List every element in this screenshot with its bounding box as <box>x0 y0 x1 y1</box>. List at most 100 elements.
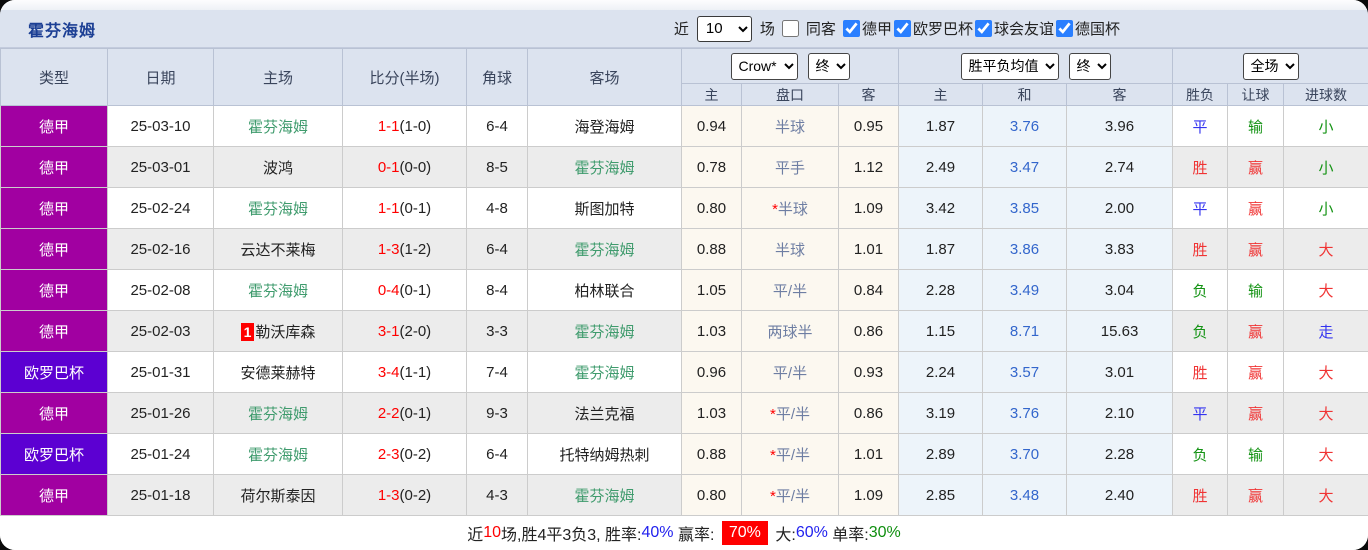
home-team-cell: 霍芬海姆 <box>213 392 343 434</box>
handicap-result-cell: 输 <box>1227 105 1285 147</box>
summary-segment: 赢率: <box>673 527 719 544</box>
handicap-cell: 半球 <box>741 228 839 270</box>
europe-away-odds-cell: 2.00 <box>1066 187 1174 229</box>
handicap-result-cell: 赢 <box>1227 474 1285 516</box>
date-cell: 25-01-26 <box>107 392 214 434</box>
asia-home-odds-cell: 0.80 <box>681 187 742 229</box>
europe-home-odds-cell: 2.85 <box>898 474 984 516</box>
europe-draw-odds-cell: 8.71 <box>982 310 1068 352</box>
score-cell: 1-3(0-2) <box>342 474 467 516</box>
away-team-cell: 海登海姆 <box>527 105 682 147</box>
home-rank-badge: 1 <box>240 322 255 341</box>
home-team-cell: 荷尔斯泰因 <box>213 474 343 516</box>
summary-segment: 40% <box>641 524 674 541</box>
handicap-cell: 平手 <box>741 146 839 188</box>
home-team-cell: 霍芬海姆 <box>213 187 343 229</box>
europe-draw-odds-cell: 3.70 <box>982 433 1068 475</box>
europe-away-odds-cell: 3.01 <box>1066 351 1174 393</box>
date-cell: 25-02-16 <box>107 228 214 270</box>
col-header-date: 日期 <box>107 48 214 106</box>
league-checkbox-1[interactable] <box>893 20 911 37</box>
goals-cell: 小 <box>1283 187 1368 229</box>
handicap-result-cell: 赢 <box>1227 310 1285 352</box>
handicap-result-cell: 输 <box>1227 269 1285 311</box>
panel-top-strip <box>0 0 1368 10</box>
matches-label: 场 <box>759 21 775 38</box>
score-cell: 1-1(0-1) <box>342 187 467 229</box>
summary-segment: 大: <box>770 527 796 544</box>
europe-home-odds-cell: 3.19 <box>898 392 984 434</box>
match-count-select[interactable]: 10 <box>696 15 752 42</box>
europe-avg-select[interactable]: 胜平负均值 <box>960 52 1059 80</box>
score-cell: 1-3(1-2) <box>342 228 467 270</box>
league-checkbox-0[interactable] <box>842 20 860 37</box>
europe-draw-odds-cell: 3.48 <box>982 474 1068 516</box>
league-cell: 德甲 <box>0 187 108 229</box>
odds-final-select[interactable]: 终 <box>807 52 850 80</box>
title-bar: 霍芬海姆 近 10 场 同客 德甲 欧罗巴杯 球会友谊 德国杯 <box>0 10 1368 48</box>
result-cell: 平 <box>1172 105 1229 147</box>
match-row: 德甲 25-03-01 波鸿 0-1(0-0) 8-5 霍芬海姆 0.78 平手 1.12 2.4… <box>0 146 1368 188</box>
scope-select[interactable]: 全场 <box>1242 52 1299 80</box>
europe-away-odds-cell: 2.74 <box>1066 146 1174 188</box>
league-checkbox-label: 德国杯 <box>1074 21 1120 38</box>
match-row: 德甲 25-02-16 云达不莱梅 1-3(1-2) 6-4 霍芬海姆 0.88 半球 1.01… <box>0 228 1368 270</box>
handicap-result-cell: 赢 <box>1227 392 1285 434</box>
summary-segment: 30% <box>868 524 901 541</box>
league-filter-group: 德甲 欧罗巴杯 球会友谊 德国杯 <box>841 18 1120 39</box>
date-cell: 25-03-10 <box>107 105 214 147</box>
match-stats-panel: 霍芬海姆 近 10 场 同客 德甲 欧罗巴杯 球会友谊 德国杯 类型 日期 主场 比分… <box>0 0 1368 550</box>
handicap-cell: 两球半 <box>741 310 839 352</box>
summary-segment: 10 <box>483 524 502 541</box>
score-cell: 3-1(2-0) <box>342 310 467 352</box>
match-row: 德甲 25-02-08 霍芬海姆 0-4(0-1) 8-4 柏林联合 1.05 平/半 0.84… <box>0 269 1368 311</box>
corners-cell: 8-5 <box>466 146 528 188</box>
handicap-result-cell: 赢 <box>1227 351 1285 393</box>
asia-home-odds-cell: 0.80 <box>681 474 742 516</box>
near-label: 近 <box>673 21 689 38</box>
corners-cell: 6-4 <box>466 433 528 475</box>
handicap-cell: 半球 <box>741 105 839 147</box>
league-cell: 德甲 <box>0 105 108 147</box>
score-cell: 2-2(0-1) <box>342 392 467 434</box>
match-row: 德甲 25-01-26 霍芬海姆 2-2(0-1) 9-3 法兰克福 1.03 *平/半 0.8… <box>0 392 1368 434</box>
asia-away-odds-cell: 1.09 <box>837 187 900 229</box>
league-cell: 德甲 <box>0 228 108 270</box>
europe-draw-header: 和 <box>982 83 1068 106</box>
asia-home-odds-cell: 0.78 <box>681 146 742 188</box>
europe-draw-odds-cell: 3.76 <box>982 392 1068 434</box>
europe-draw-odds-cell: 3.47 <box>982 146 1068 188</box>
europe-away-odds-cell: 2.28 <box>1066 433 1174 475</box>
date-cell: 25-01-31 <box>107 351 214 393</box>
away-team-cell: 霍芬海姆 <box>527 146 682 188</box>
handicap-result-cell: 输 <box>1227 433 1285 475</box>
result-wdl-header: 胜负 <box>1172 83 1229 106</box>
handicap-cell: *平/半 <box>741 433 839 475</box>
europe-draw-odds-cell: 3.57 <box>982 351 1068 393</box>
odds-handicap-header: 盘口 <box>741 83 839 106</box>
date-cell: 25-02-03 <box>107 310 214 352</box>
europe-draw-odds-cell: 3.76 <box>982 105 1068 147</box>
europe-home-odds-cell: 2.49 <box>898 146 984 188</box>
league-checkbox-2[interactable] <box>974 20 992 37</box>
europe-final-select[interactable]: 终 <box>1068 52 1111 80</box>
asia-away-odds-cell: 0.93 <box>837 351 900 393</box>
asia-away-odds-cell: 0.86 <box>837 392 900 434</box>
handicap-result-cell: 赢 <box>1227 187 1285 229</box>
corners-cell: 6-4 <box>466 105 528 147</box>
handicap-result-cell: 赢 <box>1227 146 1285 188</box>
asia-home-odds-cell: 0.94 <box>681 105 742 147</box>
league-checkbox-3[interactable] <box>1055 20 1073 37</box>
date-cell: 25-02-08 <box>107 269 214 311</box>
away-team-cell: 柏林联合 <box>527 269 682 311</box>
asia-away-odds-cell: 1.01 <box>837 228 900 270</box>
away-team-cell: 斯图加特 <box>527 187 682 229</box>
asia-home-odds-cell: 0.88 <box>681 228 742 270</box>
odds-company-select[interactable]: Crow* <box>730 52 798 80</box>
same-opponent-checkbox[interactable] <box>781 20 799 37</box>
home-team-cell: 霍芬海姆 <box>213 269 343 311</box>
summary-segment: 60% <box>795 524 828 541</box>
result-handicap-header: 让球 <box>1227 83 1285 106</box>
handicap-cell: *半球 <box>741 187 839 229</box>
league-cell: 德甲 <box>0 146 108 188</box>
